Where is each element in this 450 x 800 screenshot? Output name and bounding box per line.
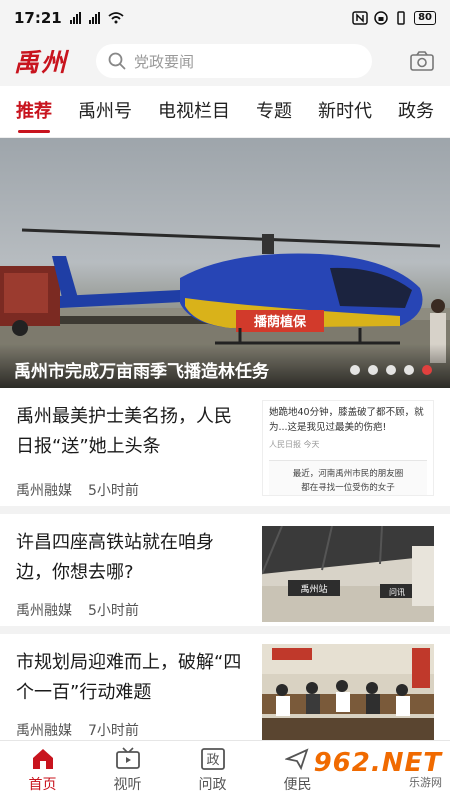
tab-new-era[interactable]: 新时代	[318, 97, 372, 127]
watermark-text: 乐游网	[409, 776, 442, 789]
news-thumbnail[interactable]	[262, 644, 434, 740]
news-meta: 禹州融媒 5小时前	[16, 600, 139, 620]
nav-label: 视听	[113, 777, 142, 793]
carousel-dot[interactable]	[368, 365, 378, 375]
tab-tv-programs[interactable]: 电视栏目	[158, 97, 230, 127]
nav-home[interactable]: 首页	[0, 741, 85, 800]
news-source: 禹州融媒	[16, 723, 72, 739]
clock: 17:21	[14, 9, 62, 27]
tab-government[interactable]: 政务	[398, 97, 434, 127]
search-icon	[108, 52, 126, 70]
tab-recommend[interactable]: 推荐	[16, 97, 52, 133]
home-icon	[32, 749, 53, 769]
carousel-dots	[350, 365, 432, 375]
station-photo: 禹州站 问讯	[262, 526, 434, 622]
nav-label: 便民	[283, 777, 312, 793]
app-logo[interactable]: 禹州	[14, 43, 88, 79]
search-placeholder: 党政要闻	[134, 52, 195, 71]
news-item[interactable]: 禹州最美护士美名扬，人民日报“送”她上头条 禹州融媒 5小时前 她跪地40分钟，…	[0, 388, 450, 514]
tab-topics[interactable]: 专题	[256, 97, 292, 127]
nav-inquiry[interactable]: 政 问政	[170, 741, 255, 800]
camera-button[interactable]	[408, 47, 436, 75]
carousel-dot[interactable]	[404, 365, 414, 375]
meeting-photo	[262, 644, 434, 740]
service-icon	[284, 748, 309, 771]
news-meta: 禹州融媒 7小时前	[16, 720, 139, 740]
news-time: 7小时前	[88, 723, 139, 739]
news-time: 5小时前	[88, 483, 139, 499]
carousel-dot-active[interactable]	[422, 365, 432, 375]
news-title[interactable]: 许昌四座高铁站就在咱身边，你想去哪?	[16, 528, 246, 588]
camera-icon	[410, 51, 434, 71]
svg-text:政: 政	[206, 753, 219, 768]
news-title[interactable]: 市规划局迎难而上，破解“四个一百”行动难题	[16, 648, 246, 708]
channel-tabs: 推荐 禹州号 电视栏目 专题 新时代 政务	[0, 86, 450, 138]
news-item[interactable]: 市规划局迎难而上，破解“四个一百”行动难题 禹州融媒 7小时前	[0, 634, 450, 754]
thumb-inner-card: 最近，河南禹州市民的朋友圈 都在寻找一位受伤的女子	[269, 460, 427, 495]
news-meta: 禹州融媒 5小时前	[16, 480, 139, 500]
nav-label: 问政	[198, 777, 227, 793]
station-sign: 禹州站	[300, 583, 327, 595]
nfc-icon	[352, 11, 368, 25]
thumb-text-line: 她跪地40分钟，膝盖破了都不顾，就为...这是我见过最美的伤疤!	[269, 407, 424, 433]
news-thumbnail[interactable]: 她跪地40分钟，膝盖破了都不顾，就为...这是我见过最美的伤疤! 人民日报 今天…	[262, 400, 434, 496]
wifi-icon	[108, 12, 124, 24]
battery-indicator: 80	[414, 11, 436, 25]
headline-banner[interactable]: 播荫植保 禹州市完成万亩雨季飞播造林任务	[0, 138, 450, 388]
lock-icon	[374, 11, 388, 25]
tv-icon	[115, 747, 140, 769]
nav-video[interactable]: 视听	[85, 741, 170, 800]
tab-yuzhou-hao[interactable]: 禹州号	[78, 97, 132, 127]
carousel-dot[interactable]	[350, 365, 360, 375]
news-item[interactable]: 许昌四座高铁站就在咱身边，你想去哪? 禹州融媒 5小时前 禹州站 问讯	[0, 514, 450, 634]
news-title[interactable]: 禹州最美护士美名扬，人民日报“送”她上头条	[16, 402, 246, 462]
carousel-dot[interactable]	[386, 365, 396, 375]
news-thumbnail[interactable]: 禹州站 问讯	[262, 526, 434, 622]
banner-caption: 禹州市完成万亩雨季飞播造林任务	[14, 362, 269, 382]
info-sign: 问讯	[389, 588, 405, 597]
thumb-source: 人民日报 今天	[269, 440, 320, 449]
news-source: 禹州融媒	[16, 603, 72, 619]
signal-icon	[69, 12, 81, 24]
vibrate-icon	[397, 11, 405, 25]
news-time: 5小时前	[88, 603, 139, 619]
search-bar[interactable]: 党政要闻	[96, 44, 372, 78]
status-bar: 17:21 80	[0, 0, 450, 36]
signal-icon-2	[88, 12, 100, 24]
nav-label: 首页	[28, 777, 57, 793]
app-header: 禹州 党政要闻	[0, 36, 450, 86]
helicopter-label: 播荫植保	[254, 314, 307, 330]
news-source: 禹州融媒	[16, 483, 72, 499]
site-watermark: 962.NET 乐游网	[314, 744, 442, 794]
zheng-icon: 政	[200, 748, 225, 770]
